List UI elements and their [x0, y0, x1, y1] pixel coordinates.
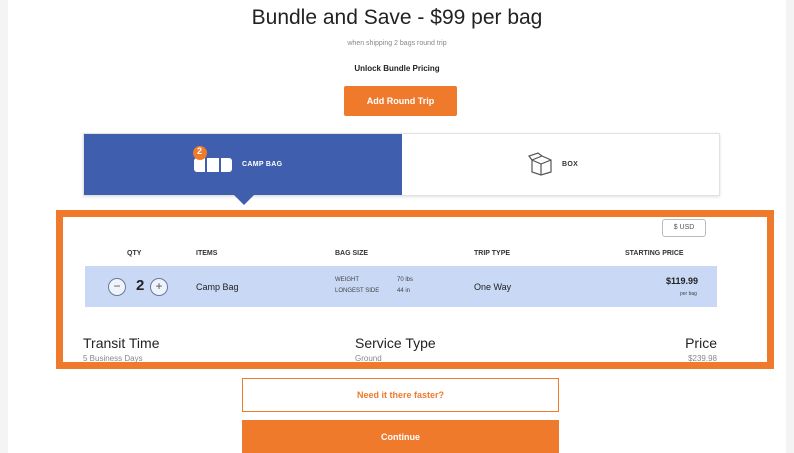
- longest-side-value: 44 in: [397, 288, 411, 294]
- add-round-trip-button[interactable]: Add Round Trip: [344, 86, 457, 116]
- table-row: − 2 + Camp Bag WEIGHT 70 lbs LONGEST SID…: [85, 266, 717, 307]
- price-value: $239.98: [688, 354, 717, 363]
- page: Bundle and Save - $99 per bag when shipp…: [0, 0, 794, 453]
- column-header-trip-type: TRIP TYPE: [474, 250, 511, 257]
- longest-side-label: LONGEST SIDE: [335, 288, 380, 294]
- tab-camp-bag[interactable]: 2 CAMP BAG: [84, 134, 402, 205]
- need-it-faster-button[interactable]: Need it there faster?: [242, 378, 559, 412]
- active-tab-pointer: [234, 195, 254, 205]
- weight-value: 70 lbs: [397, 277, 414, 283]
- quantity-value: 2: [136, 277, 145, 294]
- tab-badge-count: 2: [197, 146, 203, 156]
- unlock-bundle-label: Unlock Bundle Pricing: [354, 64, 440, 73]
- tab-box-label: BOX: [562, 161, 579, 168]
- starting-price-value: $119.99: [666, 276, 699, 286]
- service-type-label: Service Type: [355, 335, 436, 351]
- trip-type-value: One Way: [474, 282, 512, 292]
- transit-time-label: Transit Time: [83, 335, 160, 351]
- decrement-button[interactable]: −: [108, 278, 126, 296]
- column-header-bag-size: BAG SIZE: [335, 250, 369, 257]
- tab-box[interactable]: BOX: [402, 134, 719, 195]
- page-title: Bundle and Save - $99 per bag: [251, 6, 543, 29]
- service-type-value: Ground: [355, 354, 382, 363]
- shipment-type-tabs: 2 CAMP BAG BOX: [83, 133, 720, 205]
- column-header-qty: QTY: [127, 250, 142, 257]
- currency-selector[interactable]: $ USD: [662, 219, 706, 237]
- price-unit: per bag: [680, 291, 697, 297]
- weight-label: WEIGHT: [335, 277, 359, 283]
- transit-time-value: 5 Business Days: [83, 354, 143, 363]
- column-header-items: ITEMS: [196, 250, 218, 257]
- box-icon: [528, 152, 554, 176]
- continue-button[interactable]: Continue: [242, 420, 559, 453]
- page-subtitle: when shipping 2 bags round trip: [347, 40, 447, 47]
- column-header-starting-price: STARTING PRICE: [625, 250, 684, 257]
- increment-button[interactable]: +: [150, 278, 168, 296]
- item-name: Camp Bag: [196, 282, 239, 292]
- price-label: Price: [685, 335, 717, 351]
- tab-camp-bag-label: CAMP BAG: [242, 161, 283, 168]
